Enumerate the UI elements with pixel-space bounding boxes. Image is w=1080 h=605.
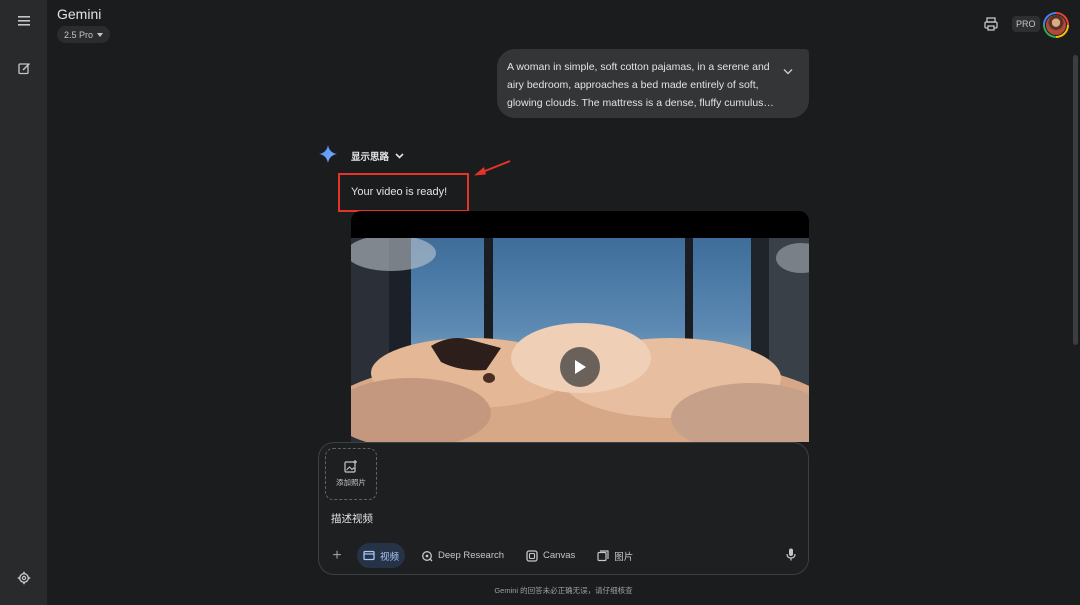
tool-canvas-label: Canvas bbox=[543, 550, 576, 561]
play-button[interactable] bbox=[560, 347, 600, 387]
model-selector[interactable]: 2.5 Pro bbox=[57, 26, 111, 43]
tool-deep-research-label: Deep Research bbox=[438, 550, 505, 561]
canvas-icon bbox=[526, 549, 538, 562]
add-photo-label: 添加照片 bbox=[336, 478, 366, 487]
model-label: 2.5 Pro bbox=[64, 29, 94, 40]
video-thumbnail bbox=[351, 238, 809, 442]
sidebar bbox=[0, 0, 47, 605]
scrollbar[interactable] bbox=[1073, 55, 1078, 345]
response-text: Your video is ready! bbox=[351, 186, 448, 198]
deep-research-icon bbox=[422, 550, 433, 561]
tool-canvas-button[interactable]: Canvas bbox=[520, 543, 581, 568]
show-thinking-toggle[interactable]: 显示思路 bbox=[351, 149, 404, 163]
caret-down-icon bbox=[97, 32, 104, 37]
chevron-down-icon[interactable] bbox=[783, 63, 793, 81]
menu-icon[interactable] bbox=[12, 9, 36, 33]
prompt-input[interactable]: 描述视频 bbox=[331, 511, 373, 526]
chevron-down-icon bbox=[395, 153, 404, 159]
tool-deep-research-button[interactable]: Deep Research bbox=[415, 543, 510, 568]
image-icon bbox=[597, 549, 609, 561]
composer-toolbar: + 视频 Deep Research Canvas 图片 bbox=[327, 543, 639, 568]
add-image-icon bbox=[344, 460, 357, 473]
tool-image-label: 图片 bbox=[614, 551, 634, 563]
show-thinking-label: 显示思路 bbox=[351, 152, 390, 163]
tool-image-button[interactable]: 图片 bbox=[591, 543, 639, 568]
video-player[interactable] bbox=[351, 211, 809, 442]
user-prompt-text: A woman in simple, soft cotton pajamas, … bbox=[507, 61, 774, 109]
new-chat-icon[interactable] bbox=[12, 56, 36, 80]
video-icon bbox=[363, 550, 375, 561]
play-icon bbox=[575, 360, 586, 374]
annotation-arrow-icon bbox=[474, 160, 511, 176]
gemini-spark-icon bbox=[319, 145, 337, 163]
plus-icon[interactable]: + bbox=[327, 546, 347, 566]
app-title: Gemini bbox=[57, 6, 102, 22]
microphone-icon[interactable] bbox=[786, 548, 796, 566]
composer: 添加照片 描述视频 + 视频 Deep Research Canvas 图片 bbox=[318, 442, 809, 575]
print-icon[interactable] bbox=[982, 15, 1000, 33]
avatar[interactable] bbox=[1043, 12, 1069, 38]
user-prompt-bubble: A woman in simple, soft cotton pajamas, … bbox=[497, 49, 809, 118]
tool-video-label: 视频 bbox=[380, 551, 400, 563]
pro-badge: PRO bbox=[1012, 16, 1040, 32]
add-photo-button[interactable]: 添加照片 bbox=[325, 448, 377, 500]
tool-video-button[interactable]: 视频 bbox=[357, 543, 406, 568]
disclaimer-text: Gemini 的回答未必正确无误，请仔细核查 bbox=[494, 586, 633, 595]
